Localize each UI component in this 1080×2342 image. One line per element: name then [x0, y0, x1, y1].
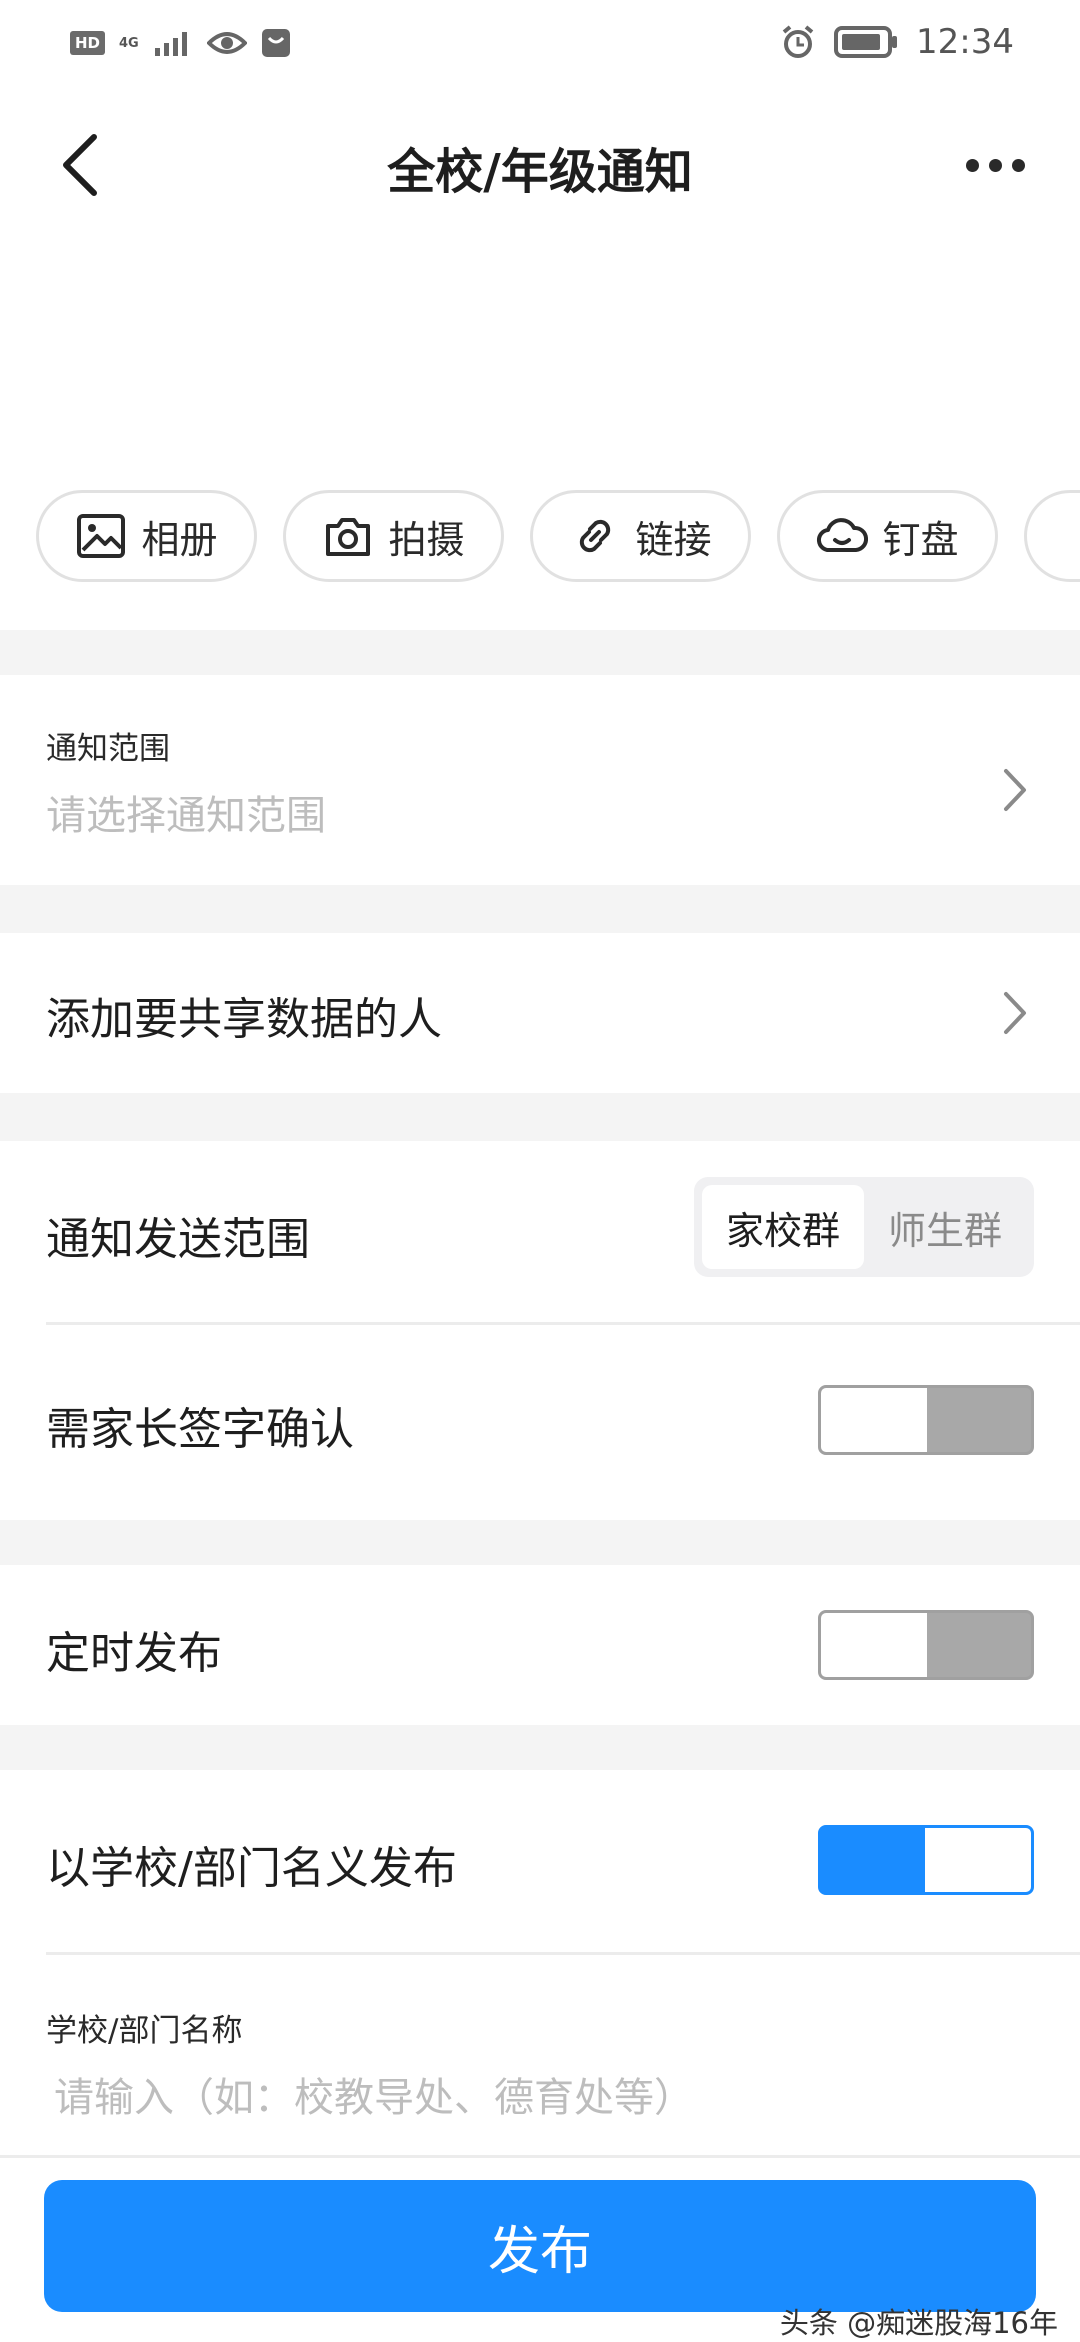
battery-icon — [834, 26, 898, 58]
parent-sign-toggle[interactable] — [818, 1385, 1034, 1455]
dept-name-input[interactable]: 请输入（如：校教导处、德育处等） — [54, 2065, 694, 2123]
huawei-icon — [261, 29, 290, 57]
header: 全校/年级通知 — [0, 90, 1080, 240]
cloud-icon — [816, 510, 869, 562]
chevron-right-icon — [1004, 992, 1026, 1034]
scope-row[interactable]: 通知范围 请选择通知范围 — [0, 675, 1080, 885]
camera-label: 拍摄 — [388, 517, 465, 562]
toggle-knob — [821, 1613, 927, 1677]
toggle-knob — [925, 1828, 1031, 1892]
send-scope-row: 通知发送范围 家校群 师生群 — [0, 1141, 1080, 1325]
page-title: 全校/年级通知 — [387, 144, 693, 200]
link-chip[interactable]: 链接 — [530, 490, 751, 582]
scheduled-label: 定时发布 — [46, 1628, 222, 1679]
scheduled-toggle[interactable] — [818, 1610, 1034, 1680]
segment-teacher-student-group[interactable]: 师生群 — [864, 1185, 1026, 1269]
parent-sign-row: 需家长签字确认 — [0, 1325, 1080, 1520]
send-scope-segmented: 家校群 师生群 — [694, 1177, 1034, 1277]
section-gap — [0, 1093, 1080, 1141]
dept-name-row: 学校/部门名称 请输入（如：校教导处、德育处等） — [0, 1955, 1080, 2155]
hd-icon: HD — [70, 31, 106, 55]
attachment-chips: 相册 拍摄 链接 钉盘 — [36, 490, 1080, 584]
chevron-right-icon — [1004, 769, 1026, 811]
status-time: 12:34 — [916, 22, 1014, 62]
scope-label: 通知范围 — [46, 731, 170, 767]
as-school-label: 以学校/部门名义发布 — [46, 1843, 457, 1894]
dingpan-label: 钉盘 — [882, 517, 959, 562]
status-bar: HD 4G 12:34 — [0, 0, 1080, 90]
as-school-toggle[interactable] — [818, 1825, 1034, 1895]
scope-placeholder: 请选择通知范围 — [46, 793, 326, 839]
as-school-row: 以学校/部门名义发布 — [0, 1770, 1080, 1955]
signal-icon — [154, 32, 187, 56]
share-row[interactable]: 添加要共享数据的人 — [0, 933, 1080, 1093]
more-dots-icon — [965, 158, 979, 172]
section-gap — [0, 1520, 1080, 1565]
camera-chip[interactable]: 拍摄 — [283, 490, 504, 582]
divider — [0, 2155, 1080, 2158]
more-dots-icon — [1011, 158, 1025, 172]
status-right: 12:34 — [780, 22, 1014, 62]
scheduled-row: 定时发布 — [0, 1565, 1080, 1725]
camera-icon — [322, 510, 374, 562]
section-gap — [0, 1725, 1080, 1770]
more-dots-icon — [988, 158, 1002, 172]
share-label: 添加要共享数据的人 — [46, 994, 442, 1045]
link-label: 链接 — [635, 517, 712, 562]
network-label: 4G — [119, 35, 139, 51]
toggle-knob — [821, 1388, 927, 1452]
more-button[interactable] — [950, 140, 1040, 190]
watermark: 头条 @痴迷股海16年 — [779, 2306, 1058, 2340]
image-icon — [75, 510, 127, 562]
section-gap — [0, 630, 1080, 675]
voice-chip[interactable] — [1024, 490, 1080, 582]
parent-sign-label: 需家长签字确认 — [46, 1404, 354, 1455]
album-label: 相册 — [141, 517, 218, 562]
dingpan-chip[interactable]: 钉盘 — [777, 490, 998, 582]
album-chip[interactable]: 相册 — [36, 490, 257, 582]
segment-home-school-group[interactable]: 家校群 — [702, 1185, 864, 1269]
eye-icon — [206, 32, 247, 54]
status-left: HD 4G — [70, 28, 291, 58]
send-scope-label: 通知发送范围 — [46, 1214, 310, 1265]
link-icon — [569, 510, 621, 562]
section-gap — [0, 885, 1080, 933]
dept-name-label: 学校/部门名称 — [46, 2013, 243, 2049]
alarm-icon — [782, 25, 814, 58]
publish-button[interactable]: 发布 — [44, 2180, 1036, 2312]
